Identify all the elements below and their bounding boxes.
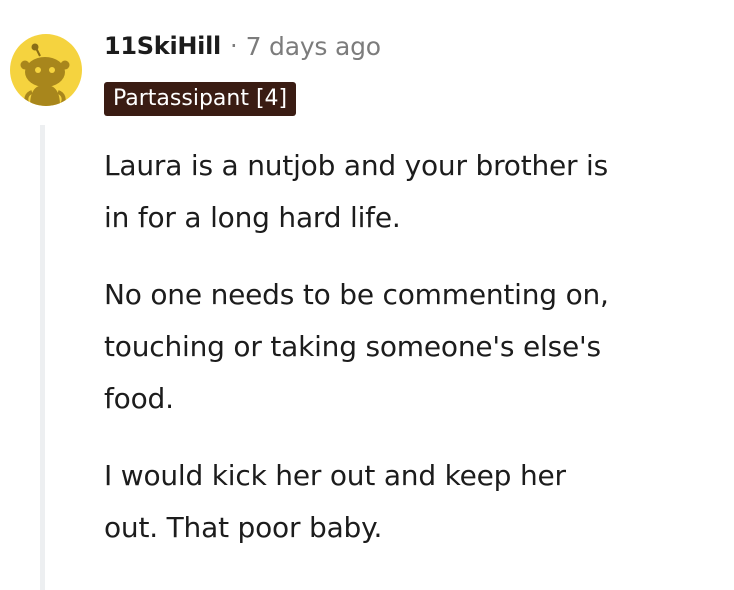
meta-separator: · xyxy=(229,32,238,60)
comment-paragraph: No one needs to be commenting on, touchi… xyxy=(104,269,724,425)
username-link[interactable]: 11SkiHill xyxy=(104,32,221,60)
paragraph-line: food. xyxy=(104,382,174,415)
comment-paragraph: Laura is a nutjob and your brother is in… xyxy=(104,140,724,244)
comment-meta: 11SkiHill · 7 days ago xyxy=(104,28,381,64)
paragraph-line: Laura is a nutjob and your brother is xyxy=(104,149,609,182)
thread-collapse-line[interactable] xyxy=(40,125,45,590)
user-flair-badge: Partassipant [4] xyxy=(104,82,297,116)
paragraph-line: I would kick her out and keep her xyxy=(104,459,566,492)
snoo-icon xyxy=(20,43,70,106)
paragraph-line: out. That poor baby. xyxy=(104,511,383,544)
paragraph-line: No one needs to be commenting on, xyxy=(104,278,609,311)
comment-body: Laura is a nutjob and your brother is in… xyxy=(104,140,724,579)
user-avatar-icon[interactable] xyxy=(10,34,82,106)
comment-paragraph: I would kick her out and keep her out. T… xyxy=(104,450,724,554)
comment: 11SkiHill · 7 days ago Partassipant [4] … xyxy=(0,0,734,590)
paragraph-line: touching or taking someone's else's xyxy=(104,330,601,363)
paragraph-line: in for a long hard life. xyxy=(104,201,401,234)
timestamp-link[interactable]: 7 days ago xyxy=(246,32,381,61)
